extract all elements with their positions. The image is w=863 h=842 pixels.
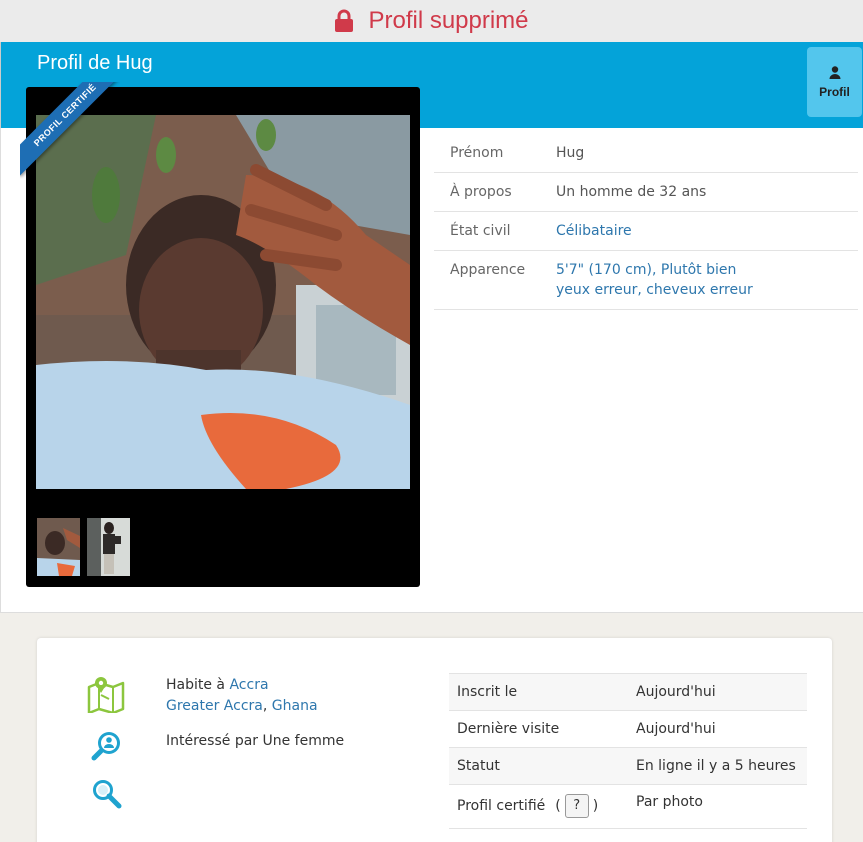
certified-ribbon: PROFIL CERTIFIÉ xyxy=(20,82,120,182)
location-prefix: Habite à xyxy=(166,677,226,693)
detail-value: Un homme de 32 ans xyxy=(556,184,707,200)
stats-table: Inscrit le Aujourd'hui Dernière visite A… xyxy=(449,673,807,829)
detail-row: À propos Un homme de 32 ans xyxy=(434,173,858,212)
certified-ribbon-text: PROFIL CERTIFIÉ xyxy=(31,82,99,149)
appearance-value: 5'7" (170 cm), Plutôt bien yeux erreur, … xyxy=(556,262,753,298)
stat-row: Inscrit le Aujourd'hui xyxy=(449,674,807,711)
interest-info: Intéressé par Une femme xyxy=(166,733,345,749)
banner-text: Profil supprimé xyxy=(368,7,529,34)
person-search-icon xyxy=(91,730,123,766)
lock-icon xyxy=(334,9,354,33)
country-link[interactable]: Ghana xyxy=(272,698,318,714)
photo-thumbnail[interactable] xyxy=(37,518,80,576)
tab-profile[interactable]: Profil xyxy=(807,47,862,117)
tab-profile-label: Profil xyxy=(819,84,850,99)
stat-value: Aujourd'hui xyxy=(636,684,716,700)
height-link[interactable]: 5'7" (170 cm) xyxy=(556,262,652,278)
help-button[interactable]: ? xyxy=(564,794,589,818)
stat-label: Profil certifié (?) xyxy=(457,794,636,818)
stat-value: Aujourd'hui xyxy=(636,721,716,737)
detail-value: Hug xyxy=(556,145,585,161)
search-icon xyxy=(92,779,122,813)
region-link[interactable]: Greater Accra xyxy=(166,698,263,714)
user-icon xyxy=(829,65,840,79)
photo-thumbnail[interactable] xyxy=(87,518,130,576)
detail-label: À propos xyxy=(450,184,512,200)
stat-value: En ligne il y a 5 heures xyxy=(636,758,796,774)
city-link[interactable]: Accra xyxy=(229,677,268,693)
hair-link[interactable]: cheveux erreur xyxy=(646,282,753,298)
detail-label: État civil xyxy=(450,223,511,239)
detail-label: Apparence xyxy=(450,262,526,278)
stat-value: Par photo xyxy=(636,794,703,810)
stat-label: Inscrit le xyxy=(457,684,518,700)
eyes-link[interactable]: yeux erreur xyxy=(556,282,637,298)
location-info: Habite à Accra Greater Accra, Ghana xyxy=(166,677,318,714)
build-link[interactable]: Plutôt bien xyxy=(661,262,736,278)
detail-row: Prénom Hug xyxy=(434,134,858,173)
page-title: Profil de Hug xyxy=(37,52,153,74)
map-icon xyxy=(87,675,125,717)
marital-status-link[interactable]: Célibataire xyxy=(556,223,632,239)
stat-label: Statut xyxy=(457,758,500,774)
profile-details: Prénom Hug À propos Un homme de 32 ans É… xyxy=(434,134,858,310)
stat-row: Profil certifié (?) Par photo xyxy=(449,785,807,829)
detail-label: Prénom xyxy=(450,145,504,161)
detail-row: Apparence 5'7" (170 cm), Plutôt bien yeu… xyxy=(434,251,858,310)
stat-label: Dernière visite xyxy=(457,721,560,737)
stat-row: Dernière visite Aujourd'hui xyxy=(449,711,807,748)
deleted-profile-banner: Profil supprimé xyxy=(0,0,863,42)
stat-row: Statut En ligne il y a 5 heures xyxy=(449,748,807,785)
detail-row: État civil Célibataire xyxy=(434,212,858,251)
certified-label: Profil certifié xyxy=(457,798,546,814)
